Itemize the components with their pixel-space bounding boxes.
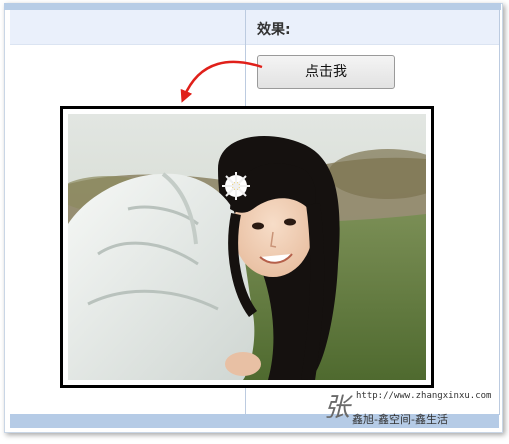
- portrait-photo: [68, 114, 426, 380]
- right-border: [499, 10, 500, 415]
- watermark-subtitle: 鑫旭-鑫空间-鑫生活: [352, 413, 448, 426]
- click-me-button[interactable]: 点击我: [257, 55, 395, 89]
- top-band: [4, 3, 501, 10]
- header-row: [10, 10, 499, 45]
- effect-label: 效果:: [257, 22, 291, 38]
- photo-frame: [60, 106, 434, 388]
- watermark-url: http://www.zhangxinxu.com: [356, 391, 492, 401]
- watermark-logo: 张: [324, 393, 351, 423]
- watermark: 张 http://www.zhangxinxu.com 鑫旭-鑫空间-鑫生活: [322, 389, 492, 429]
